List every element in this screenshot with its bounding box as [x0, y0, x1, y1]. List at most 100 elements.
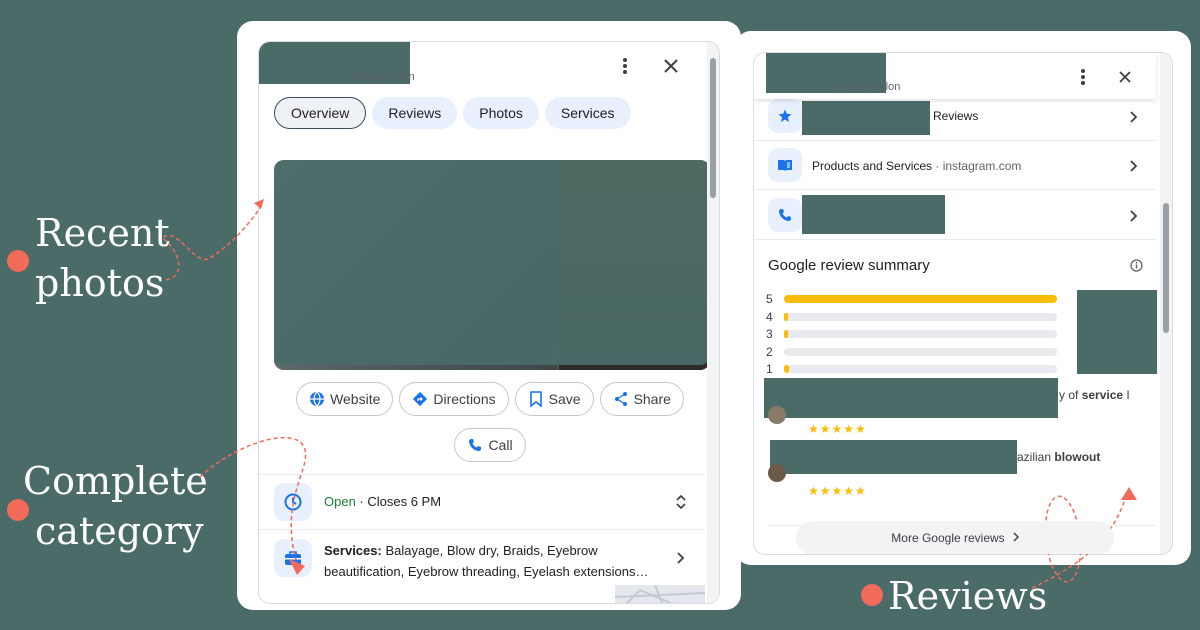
review-snippet-1: y of service I — [1059, 388, 1130, 402]
review-1-text: y of — [1059, 388, 1082, 402]
chevron-right-icon[interactable] — [1122, 204, 1146, 228]
rating-bar-track — [784, 295, 1057, 303]
call-label: Call — [488, 437, 513, 453]
annotation-reviews: Reviews — [888, 574, 1048, 618]
recent-photos-gallery[interactable] — [274, 160, 710, 370]
review-1-avatar — [768, 406, 786, 424]
rating-bar-label: 3 — [766, 327, 773, 341]
share-button[interactable]: Share — [599, 382, 684, 416]
rating-bar-track — [784, 365, 1057, 373]
review-snippet-2: azilian blowout — [1017, 450, 1100, 464]
phone-icon — [768, 198, 802, 232]
share-icon — [613, 391, 629, 407]
close-icon[interactable] — [1113, 65, 1137, 89]
reviews-panel: · Beauty salon Reviews Products and Serv… — [753, 52, 1173, 555]
bookmark-icon — [528, 391, 544, 407]
tab-reviews[interactable]: Reviews — [372, 97, 458, 129]
chevron-right-icon[interactable] — [1122, 105, 1146, 129]
website-label: Website — [330, 391, 381, 407]
scrollbar-thumb[interactable] — [1163, 203, 1169, 333]
call-button[interactable]: Call — [454, 428, 526, 462]
map-thumbnail[interactable] — [614, 584, 706, 603]
rating-bar-label: 2 — [766, 344, 773, 359]
save-button[interactable]: Save — [514, 382, 594, 416]
phone-icon — [467, 437, 483, 453]
rating-bar-2: 2 — [766, 344, 1057, 359]
rating-bar-fill — [784, 312, 788, 321]
info-icon[interactable] — [1124, 253, 1148, 277]
reviews-row-label: Reviews — [933, 109, 979, 123]
annotation-complete-line2: category — [35, 509, 204, 553]
scrollbar[interactable] — [1160, 53, 1172, 554]
annotation-complete-line1: Complete — [23, 459, 208, 503]
more-options-icon[interactable] — [1071, 65, 1095, 89]
review-2-avatar — [768, 464, 786, 482]
tab-services[interactable]: Services — [544, 97, 631, 129]
annotation-dot-recent-photos — [7, 250, 29, 272]
review-summary-title: Google review summary — [768, 257, 930, 274]
review-2-keyword: blowout — [1054, 450, 1101, 464]
save-label: Save — [548, 391, 581, 407]
open-status: Open — [324, 494, 356, 509]
review-2-text: azilian — [1017, 450, 1055, 464]
more-options-icon[interactable] — [613, 54, 637, 78]
action-chips-row2: Call — [259, 428, 719, 462]
redacted-phone-number — [802, 195, 945, 234]
chevron-right-icon[interactable] — [1122, 154, 1146, 178]
phone-row[interactable] — [754, 189, 1156, 239]
annotation-dot-reviews — [861, 584, 883, 606]
review-summary-section: Google review summary 5 4 3 2 1 y of service… — [754, 239, 1157, 529]
directions-label: Directions — [433, 391, 496, 407]
hours-row[interactable]: Open · Closes 6 PM — [259, 474, 705, 529]
directions-button[interactable]: Directions — [399, 382, 509, 416]
review-1-tail: I — [1123, 388, 1130, 402]
tab-photos[interactable]: Photos — [463, 97, 539, 129]
more-reviews-label: More Google reviews — [891, 531, 1005, 545]
left-screenshot-card: Beauty salon Overview Reviews Photos Ser… — [237, 21, 741, 610]
briefcase-icon — [274, 539, 312, 577]
review-1-keyword: service — [1081, 388, 1124, 402]
services-row[interactable]: Services: Balayage, Blow dry, Braids, Ey… — [259, 529, 705, 585]
services-label: Services: — [324, 543, 382, 558]
rating-bar-label: 5 — [766, 292, 773, 306]
annotation-complete-category: Complete category — [23, 456, 208, 556]
chevron-right-icon[interactable] — [669, 546, 693, 570]
category-label: · Beauty salon — [830, 81, 901, 93]
products-label: Products and Services — [812, 159, 933, 173]
rating-bar-4: 4 — [766, 309, 1057, 324]
redacted-review-2 — [770, 440, 1017, 474]
products-row[interactable]: Products and Services · instagram.com — [754, 140, 1156, 189]
rating-bar-3: 3 — [766, 327, 1057, 341]
rating-bar-label: 4 — [766, 309, 773, 324]
review-1-stars: ★★★★★ — [808, 422, 867, 436]
rating-bar-fill — [784, 295, 1057, 303]
action-chips-row1: Website Directions Save Share — [259, 382, 719, 416]
annotation-recent-line2: photos — [35, 261, 165, 305]
scrollbar-thumb[interactable] — [710, 58, 716, 198]
rating-bar-fill — [784, 365, 790, 373]
website-button[interactable]: Website — [296, 382, 394, 416]
services-line1: Balayage, Blow dry, Braids, Eyebrow — [381, 543, 598, 558]
redacted-rating — [802, 101, 930, 135]
scrollbar[interactable] — [707, 42, 719, 603]
right-screenshot-card: · Beauty salon Reviews Products and Serv… — [735, 31, 1191, 565]
tab-overview[interactable]: Overview — [274, 97, 367, 129]
products-website: · instagram.com — [935, 159, 1022, 173]
closing-time: · Closes 6 PM — [355, 494, 442, 509]
reviews-row[interactable]: Reviews — [754, 93, 1156, 140]
clock-icon — [274, 483, 312, 521]
sticky-header: · Beauty salon — [754, 53, 1156, 99]
rating-bar-1: 1 — [766, 362, 1057, 376]
services-line2: beautification, Eyebrow threading, Eyela… — [324, 564, 649, 579]
close-icon[interactable] — [659, 54, 683, 78]
rating-bar-track — [784, 330, 1057, 338]
products-row-text: Products and Services · instagram.com — [812, 159, 1021, 173]
expand-hours-icon[interactable] — [669, 490, 693, 514]
more-reviews-button[interactable]: More Google reviews — [796, 521, 1114, 554]
rating-bar-track — [784, 312, 1057, 321]
globe-icon — [309, 391, 325, 407]
services-text: Services: Balayage, Blow dry, Braids, Ey… — [324, 540, 648, 582]
business-profile-panel: Beauty salon Overview Reviews Photos Ser… — [258, 41, 720, 604]
directions-icon — [412, 391, 428, 407]
book-icon — [768, 148, 802, 182]
